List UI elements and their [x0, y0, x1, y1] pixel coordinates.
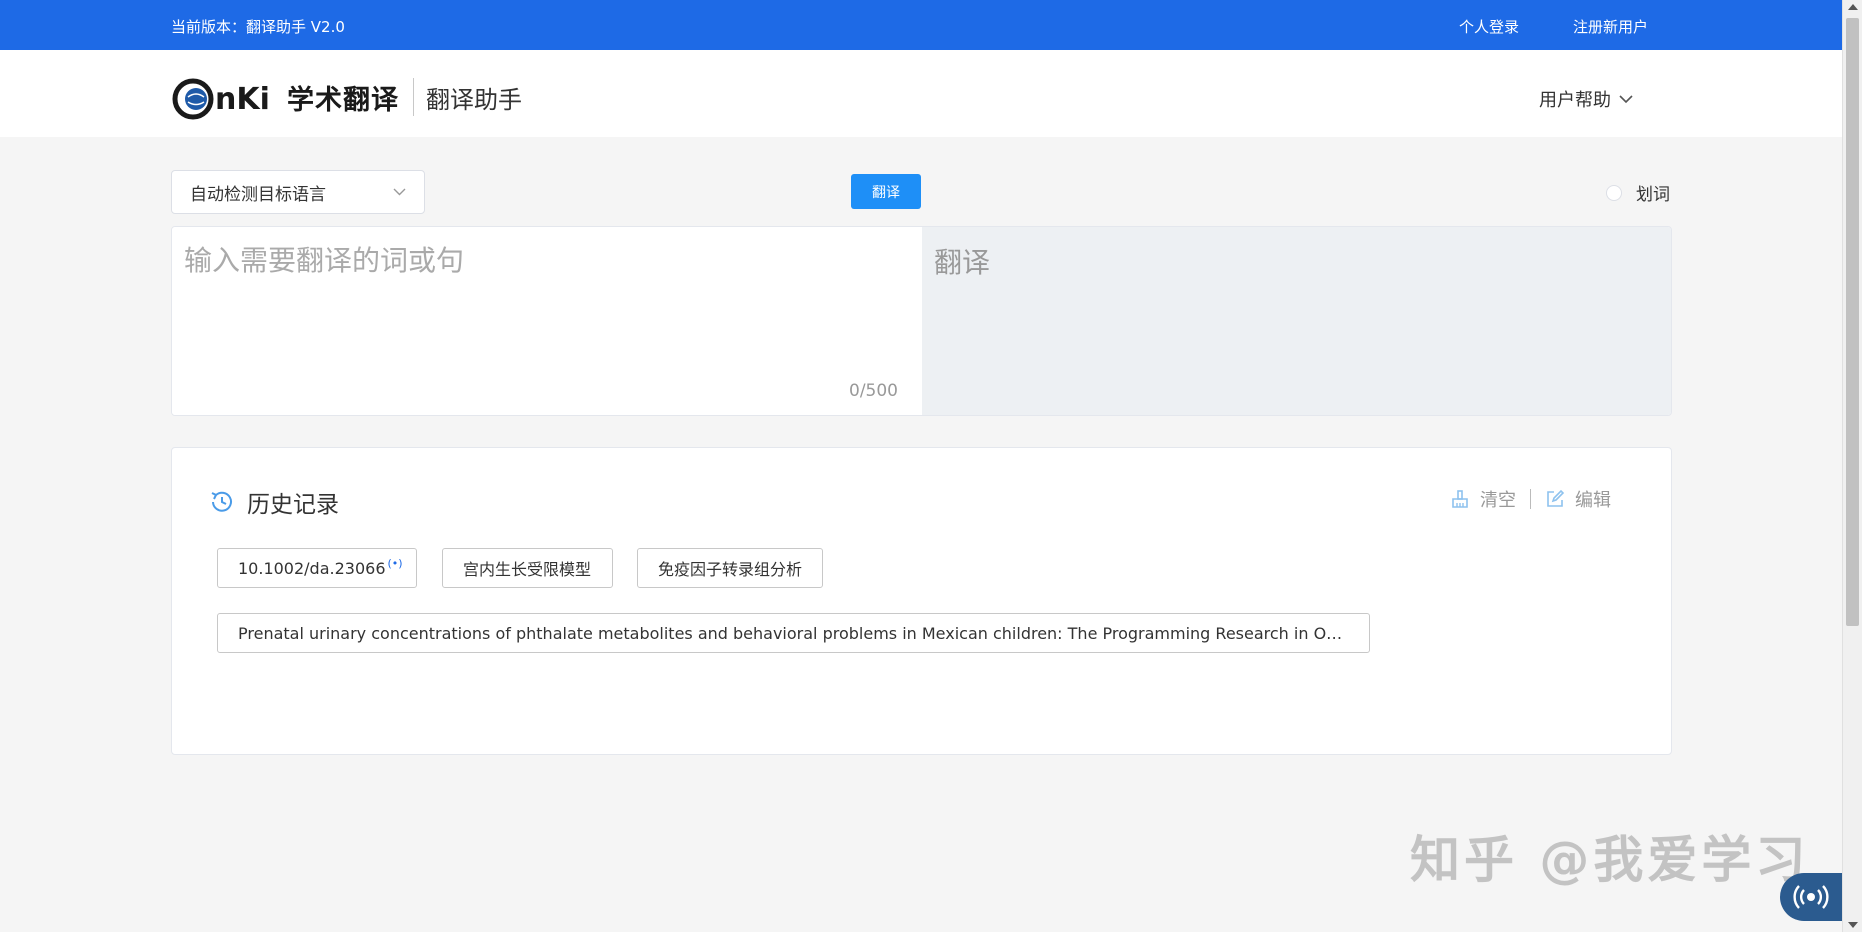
header: nKi 学术翻译 翻译助手 用户帮助: [0, 50, 1842, 137]
translation-output: 翻译: [922, 227, 1671, 415]
history-item-text: 宫内生长受限模型: [463, 560, 592, 579]
vertical-scrollbar[interactable]: [1842, 0, 1862, 932]
translation-box: 0/500 翻译: [171, 226, 1672, 416]
clear-label: 清空: [1480, 490, 1516, 511]
history-item-text: Prenatal urinary concentrations of phtha…: [238, 623, 1349, 643]
edit-history-button[interactable]: 编辑: [1545, 486, 1611, 512]
history-item[interactable]: Prenatal urinary concentrations of phtha…: [217, 613, 1370, 653]
history-actions: 清空 编辑: [1450, 486, 1611, 512]
app-subtitle: 翻译助手: [426, 85, 522, 114]
register-link[interactable]: 注册新用户: [1573, 16, 1648, 37]
huaci-radio[interactable]: [1606, 184, 1622, 201]
zhihu-watermark: 知乎 @我爱学习: [1410, 831, 1810, 889]
translate-button[interactable]: 翻译: [851, 174, 921, 209]
char-counter: 0/500: [849, 381, 898, 401]
scroll-down-arrow-icon[interactable]: [1848, 922, 1858, 928]
cnki-logo-icon: nKi: [172, 78, 270, 120]
broom-icon: [1452, 490, 1468, 508]
target-language-value: 自动检测目标语言: [190, 184, 326, 205]
actions-divider: [1530, 489, 1531, 509]
history-panel: 历史记录 清空 编辑 10.1002/da.23066 (•) 宫内生长受限模型 …: [171, 447, 1672, 755]
clear-history-button[interactable]: 清空: [1450, 486, 1516, 512]
chevron-down-icon: [393, 188, 406, 196]
history-item[interactable]: 免疫因子转录组分析: [637, 548, 823, 588]
source-text-input[interactable]: [172, 227, 922, 415]
logo-divider: [413, 78, 414, 116]
help-label: 用户帮助: [1539, 90, 1611, 111]
history-item[interactable]: 10.1002/da.23066 (•): [217, 548, 417, 588]
floating-broadcast-button[interactable]: [1780, 873, 1842, 921]
edit-icon: [1547, 489, 1565, 507]
scrollbar-thumb[interactable]: [1846, 18, 1859, 626]
broadcast-icon: (•): [387, 556, 403, 570]
logo-text: 学术翻译: [287, 84, 399, 116]
history-item-text: 免疫因子转录组分析: [658, 560, 803, 579]
edit-label: 编辑: [1575, 490, 1611, 511]
login-link[interactable]: 个人登录: [1459, 16, 1519, 37]
target-language-select[interactable]: 自动检测目标语言: [171, 170, 425, 214]
history-title: 历史记录: [247, 492, 339, 518]
chevron-down-icon: [1619, 94, 1633, 103]
clock-history-icon: [211, 491, 232, 512]
broadcast-icon: [1793, 885, 1829, 909]
huaci-toggle[interactable]: 划词: [1606, 180, 1670, 205]
history-header: 历史记录: [209, 485, 339, 519]
svg-text:nKi: nKi: [215, 82, 270, 117]
scroll-up-arrow-icon[interactable]: [1848, 4, 1858, 10]
source-panel: 0/500: [172, 227, 922, 415]
cnki-logo[interactable]: nKi 学术翻译 翻译助手: [171, 73, 522, 121]
history-item-text: 10.1002/da.23066: [238, 558, 386, 578]
history-item[interactable]: 宫内生长受限模型: [442, 548, 613, 588]
help-menu[interactable]: 用户帮助: [1539, 86, 1633, 112]
huaci-label: 划词: [1636, 185, 1670, 205]
top-bar: 当前版本：翻译助手 V2.0 个人登录 注册新用户: [0, 0, 1842, 50]
version-label: 当前版本：翻译助手 V2.0: [171, 18, 345, 36]
